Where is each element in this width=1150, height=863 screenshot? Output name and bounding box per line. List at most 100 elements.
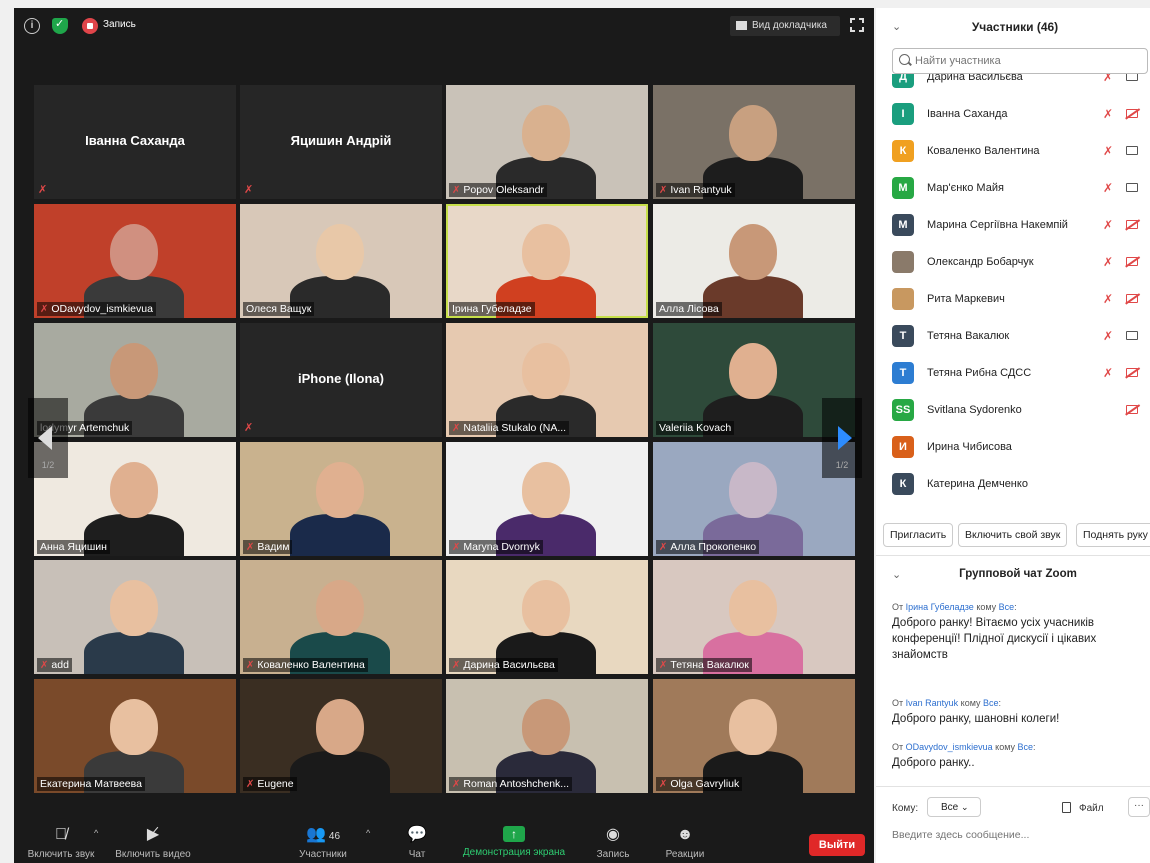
video-off-icon[interactable] [1126,294,1138,303]
mic-muted-icon[interactable]: ✗ [1103,74,1113,84]
mic-off-icon: 🎙̸ [55,826,67,843]
video-tile[interactable]: ✗ ODavydov_ismkievua [34,204,236,318]
participant-list-item[interactable]: Т Тетяна Вакалюк ✗ [876,319,1150,356]
mic-muted-icon: ✗ [38,184,48,196]
participant-list-item[interactable]: М Марина Сергіївна Накемпій ✗ [876,208,1150,245]
chat-user-link[interactable]: Ivan Rantyuk [906,698,959,708]
participant-list-item[interactable]: Рита Маркевич ✗ [876,282,1150,319]
chat-button[interactable]: 💬 Чат [402,826,432,860]
chat-meta-text: кому [973,602,999,612]
participant-name: Мар'єнко Майя [927,182,1004,194]
participant-actions: Пригласить Включить свой звук Поднять ру… [876,520,1150,556]
video-tile[interactable]: Ірина Губеладзе [446,204,648,318]
video-off-icon[interactable] [1126,405,1138,414]
participant-name-tag: ✗ Алла Прокопенко [656,540,760,554]
participant-name: Maryna Dvornyk [463,541,540,553]
participant-name: Катерина Демченко [927,478,1028,490]
chat-recipient-select[interactable]: Все ⌄ [927,797,981,817]
video-tile[interactable]: ✗ Roman Antoshchenk... [446,679,648,793]
chat-user-link[interactable]: Все [999,602,1015,612]
video-tile[interactable]: ✗ Вадим [240,442,442,556]
raise-hand-button[interactable]: Поднять руку [1076,523,1150,547]
next-page-button[interactable]: 1/2 [822,398,862,478]
avatar: Т [892,325,914,347]
participant-search-input[interactable] [892,48,1148,74]
video-tile[interactable]: ✗ Nataliia Stukalo (NA... [446,323,648,437]
participant-name: Ірина Губеладзе [452,303,532,315]
chevron-up-icon[interactable]: ^ [366,828,370,838]
video-tile[interactable]: ✗ Eugene [240,679,442,793]
file-icon[interactable] [1062,802,1071,813]
participant-name-tag: Анна Яцишин [37,540,110,554]
video-tile[interactable]: ✗ Ivan Rantyuk [653,85,855,199]
video-tile[interactable]: ✗ Olga Gavryliuk [653,679,855,793]
participant-list-item[interactable]: М Мар'єнко Майя ✗ [876,171,1150,208]
video-off-icon[interactable] [1126,257,1138,266]
leave-button[interactable]: Выйти [809,834,865,856]
unmute-button[interactable]: 🎙̸ Включить звук ^ [22,826,100,860]
video-tile[interactable]: ✗ Maryna Dvornyk [446,442,648,556]
participant-list-item[interactable]: Д Дарина Васильєва ✗ [876,74,1150,97]
unmute-me-button[interactable]: Включить свой звук [958,523,1068,547]
fullscreen-icon[interactable] [849,17,865,33]
video-tile[interactable]: ✗ Коваленко Валентина [240,560,442,674]
chat-user-link[interactable]: Все [983,698,999,708]
share-screen-button[interactable]: ↑ Демонстрация экрана [456,826,572,858]
mic-muted-icon[interactable]: ✗ [1103,366,1113,380]
participant-list-item[interactable]: І Іванна Саханда ✗ [876,97,1150,134]
speaker-view-button[interactable]: Вид докладчика [730,16,840,36]
prev-page-button[interactable]: 1/2 [28,398,68,478]
video-tile[interactable]: Алла Лісова [653,204,855,318]
video-tile[interactable]: Іванна Саханда ✗ [34,85,236,199]
video-tile[interactable]: ✗ add [34,560,236,674]
participants-button[interactable]: 👥 46 Участники ^ [292,826,370,860]
video-off-icon[interactable] [1126,368,1138,377]
video-icon[interactable] [1126,146,1138,155]
participant-list-item[interactable]: К Коваленко Валентина ✗ [876,134,1150,171]
info-icon[interactable]: i [24,18,40,34]
chat-user-link[interactable]: Ірина Губеладзе [906,602,974,612]
video-icon[interactable] [1126,331,1138,340]
video-tile[interactable]: Олеся Ващук [240,204,442,318]
video-tile[interactable]: iPhone (Ilona) ✗ [240,323,442,437]
participant-name-tag: ✗ Дарина Васильєва [449,658,558,672]
mic-muted-icon[interactable]: ✗ [1103,181,1113,195]
video-tile[interactable]: Яцишин Андрій ✗ [240,85,442,199]
participant-list-item[interactable]: И Ирина Чибисова [876,430,1150,467]
mic-muted-icon[interactable]: ✗ [1103,144,1113,158]
chat-user-link[interactable]: Все [1018,742,1034,752]
video-off-icon[interactable] [1126,220,1138,229]
record-button[interactable]: ◉ Запись [592,826,634,860]
mic-muted-icon[interactable]: ✗ [1103,292,1113,306]
video-off-icon[interactable] [1126,109,1138,118]
more-options-button[interactable]: ··· [1128,797,1150,817]
chat-message-input[interactable] [892,824,1142,846]
participant-list-item[interactable]: К Катерина Демченко [876,467,1150,504]
video-tile[interactable]: Екатерина Матвеева [34,679,236,793]
video-icon[interactable] [1126,183,1138,192]
file-button[interactable]: Файл [1079,803,1104,814]
chat-title: Групповой чат Zoom [959,568,1077,580]
mic-muted-icon[interactable]: ✗ [1103,255,1113,269]
participant-list-item[interactable]: Олександр Бобарчук ✗ [876,245,1150,282]
chat-meta-text: : [1033,742,1036,752]
video-icon[interactable] [1126,74,1138,81]
mic-muted-icon[interactable]: ✗ [1103,107,1113,121]
participant-name: Eugene [257,778,294,790]
video-tile[interactable]: ✗ Тетяна Вакалюк [653,560,855,674]
participant-list-item[interactable]: SS Svitlana Sydorenko [876,393,1150,430]
mic-muted-icon[interactable]: ✗ [1103,329,1113,343]
invite-button[interactable]: Пригласить [883,523,954,547]
video-tile[interactable]: ✗ Popov Oleksandr [446,85,648,199]
participant-name: Коваленко Валентина [257,659,365,671]
start-video-button[interactable]: ▶̸ Включить видео [110,826,196,860]
mic-muted-icon[interactable]: ✗ [1103,218,1113,232]
chevron-up-icon[interactable]: ^ [94,828,98,838]
video-tile[interactable]: ✗ Дарина Васильєва [446,560,648,674]
shield-icon[interactable] [52,17,68,34]
participant-name: Алла Лісова [659,303,719,315]
participant-list-item[interactable]: Т Тетяна Рибна СДСС ✗ [876,356,1150,393]
reactions-button[interactable]: ☻ Реакции [660,826,710,860]
participant-name-tag: Ірина Губеладзе [449,302,535,316]
chat-user-link[interactable]: ODavydov_ismkievua [906,742,993,752]
